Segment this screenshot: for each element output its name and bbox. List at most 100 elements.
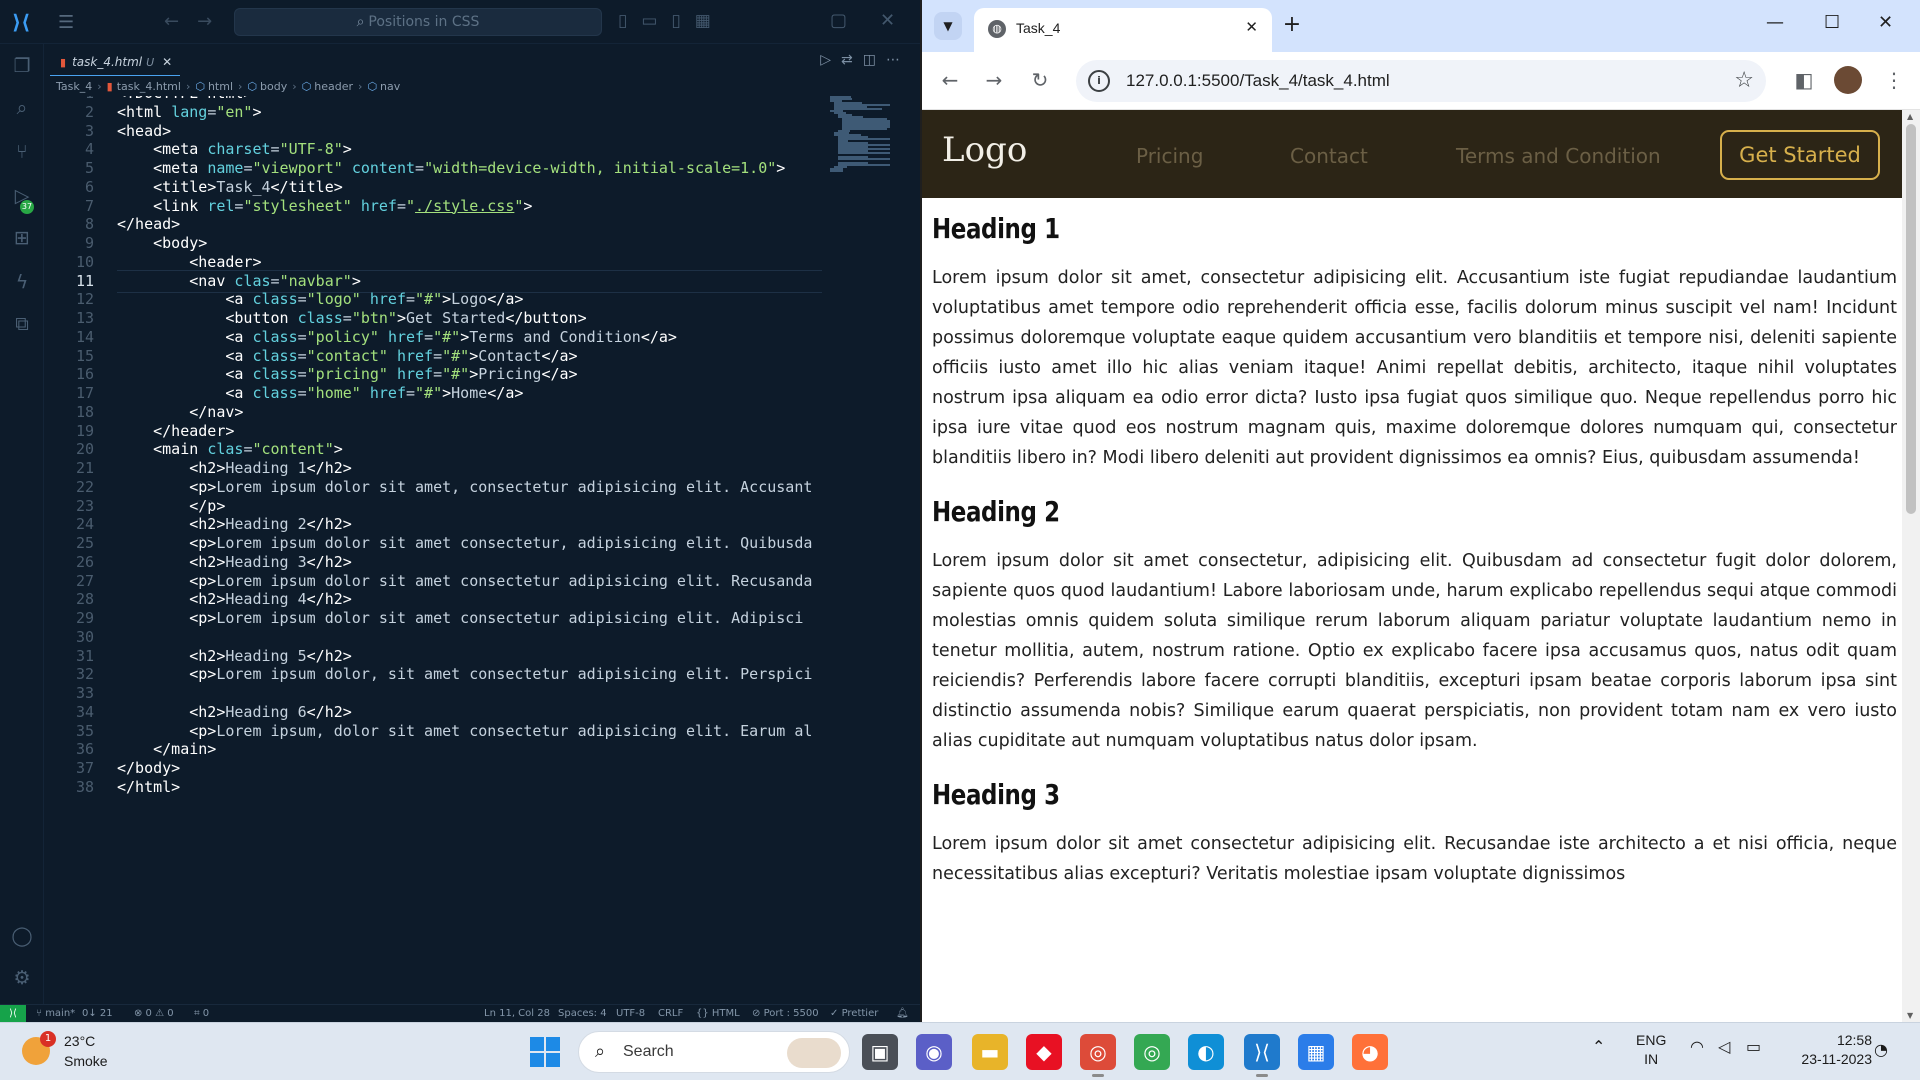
remote-explorer-icon[interactable]: ⧉ <box>10 312 34 336</box>
extensions-icon[interactable]: ⊞ <box>10 226 34 250</box>
close-tab-icon[interactable]: ✕ <box>162 55 172 69</box>
problems-indicator[interactable]: ⊗ 0 ⚠ 0 <box>134 1005 174 1022</box>
scroll-up-icon[interactable]: ▲ <box>1907 112 1913 121</box>
new-tab-plus-icon[interactable]: + <box>1278 12 1306 40</box>
site-info-icon[interactable]: i <box>1088 70 1110 92</box>
breadcrumb-header[interactable]: header <box>314 80 353 93</box>
vscode-taskbar-icon[interactable]: ⟩⟨ <box>1244 1034 1280 1077</box>
source-control-icon[interactable]: ⑂ <box>10 140 34 164</box>
site-logo[interactable]: Logo <box>942 130 1027 170</box>
remote-indicator-icon[interactable]: ⟩⟨ <box>0 1005 26 1022</box>
more-actions-icon[interactable]: ⋯ <box>886 52 910 68</box>
side-panel-icon[interactable]: ◧ <box>1790 66 1818 94</box>
forward-arrow-icon[interactable]: → <box>197 11 230 32</box>
lightning-icon[interactable]: ϟ <box>10 270 34 294</box>
account-icon[interactable]: ◯ <box>10 924 34 948</box>
nav-link-contact[interactable]: Contact <box>1290 144 1368 168</box>
tray-chevron-up-icon[interactable]: ⌃ <box>1592 1037 1605 1056</box>
address-bar[interactable]: i 127.0.0.1:5500/Task_4/task_4.html ☆ <box>1076 60 1766 102</box>
clock[interactable]: 12:58 23-11-2023 <box>1788 1031 1872 1069</box>
notification-bell-icon[interactable]: ◔ <box>1874 1040 1888 1059</box>
prettier-status[interactable]: ✓ Prettier <box>830 1005 878 1022</box>
taskbar-search[interactable]: ⌕ Search <box>578 1031 850 1073</box>
language-indicator[interactable]: ENG IN <box>1636 1031 1666 1069</box>
ports-indicator[interactable]: ⌗ 0 <box>194 1005 209 1022</box>
branch-icon: ⑂ <box>36 1008 46 1019</box>
wifi-icon[interactable]: ◠ <box>1690 1037 1704 1056</box>
layout-controls: ▯▭▯▦ <box>618 11 725 31</box>
section-heading: Heading 3 <box>932 778 1060 811</box>
command-center-search[interactable]: ⌕ Positions in CSS <box>234 8 602 36</box>
breadcrumb-nav[interactable]: nav <box>380 80 400 93</box>
toggle-panel-icon[interactable]: ▭ <box>641 11 671 31</box>
minimap[interactable] <box>830 96 910 176</box>
explorer-icon[interactable]: ❐ <box>10 54 34 78</box>
close-tab-icon[interactable]: ✕ <box>1245 18 1258 36</box>
close-window-icon[interactable]: ✕ <box>880 10 895 31</box>
vscode-window: ⟩⟨ ☰ ←→ ⌕ Positions in CSS ▯▭▯▦ ▢ ✕ ❐ ⌕ ⑂… <box>0 0 920 1022</box>
code-text: </html> <box>117 777 181 796</box>
firefox-icon[interactable]: ◕ <box>1352 1034 1388 1070</box>
cursor-position[interactable]: Ln 11, Col 28 <box>484 1005 550 1022</box>
tab-task-4-html[interactable]: ▮ task_4.html U ✕ <box>50 48 181 76</box>
encoding[interactable]: UTF-8 <box>616 1005 645 1022</box>
indentation[interactable]: Spaces: 4 <box>558 1005 607 1022</box>
browser-tab-task-4[interactable]: ◍ Task_4 ✕ <box>974 8 1272 52</box>
run-icon[interactable]: ▷ <box>820 52 841 68</box>
code-editor[interactable]: 1<!DOCTYPE html>2<html lang="en">3<head>… <box>44 96 824 1004</box>
code-line[interactable]: 38 </html> <box>44 776 824 799</box>
app-red-diamond-icon[interactable]: ◆ <box>1026 1034 1062 1070</box>
microsoft-store-icon[interactable]: ▦ <box>1298 1034 1334 1070</box>
gear-icon[interactable]: ⚙ <box>10 966 34 990</box>
bookmark-star-icon[interactable]: ☆ <box>1734 68 1754 93</box>
back-arrow-icon[interactable]: ← <box>164 11 197 32</box>
page-scrollbar[interactable]: ▲ ▼ <box>1902 110 1920 1022</box>
element-icon: ⬡ <box>301 80 312 93</box>
tab-search-chevron-icon[interactable]: ▼ <box>934 12 962 40</box>
nav-link-terms[interactable]: Terms and Condition <box>1456 144 1661 168</box>
weather-badge: 1 <box>40 1031 56 1047</box>
notifications-bell-icon[interactable]: 🔔︎ <box>896 1005 909 1022</box>
scrollbar-thumb[interactable] <box>1906 124 1916 514</box>
reload-icon[interactable]: ↻ <box>1026 66 1054 94</box>
git-branch[interactable]: ⑂ main* <box>36 1005 75 1022</box>
maximize-icon[interactable]: ☐ <box>1824 12 1840 33</box>
search-view-icon[interactable]: ⌕ <box>10 96 34 120</box>
battery-icon[interactable]: ▭ <box>1746 1037 1761 1056</box>
breadcrumb-folder[interactable]: Task_4 <box>56 80 92 93</box>
compare-icon[interactable]: ⇄ <box>841 52 863 68</box>
profile-avatar[interactable] <box>1834 66 1862 94</box>
forward-arrow-icon[interactable]: → <box>980 66 1008 94</box>
language-mode[interactable]: {} HTML <box>696 1005 740 1022</box>
task-view-icon[interactable]: ▣ <box>862 1034 898 1070</box>
volume-icon[interactable]: ◁ <box>1718 1037 1730 1056</box>
line-ending[interactable]: CRLF <box>658 1005 683 1022</box>
file-explorer-icon[interactable]: ▬ <box>972 1034 1008 1070</box>
customize-layout-icon[interactable]: ▦ <box>695 11 725 31</box>
git-sync[interactable]: 0↓ 21 <box>82 1005 113 1022</box>
search-icon: ⌕ <box>595 1041 606 1062</box>
nav-link-pricing[interactable]: Pricing <box>1136 144 1203 168</box>
minimize-icon[interactable]: — <box>1766 12 1784 33</box>
breadcrumb-html[interactable]: html <box>208 80 233 93</box>
get-started-button[interactable]: Get Started <box>1720 130 1880 180</box>
scroll-down-icon[interactable]: ▼ <box>1907 1011 1913 1020</box>
breadcrumb-file[interactable]: task_4.html <box>117 80 181 93</box>
restore-icon[interactable]: ▢ <box>830 10 847 31</box>
edge-icon[interactable]: ◐ <box>1188 1034 1224 1070</box>
toggle-sidebar-icon[interactable]: ▯ <box>618 11 641 31</box>
status-bar: ⟩⟨ ⑂ main* 0↓ 21 ⊗ 0 ⚠ 0 ⌗ 0 Ln 11, Col … <box>0 1004 920 1022</box>
close-window-icon[interactable]: ✕ <box>1878 12 1893 33</box>
teams-chat-icon[interactable]: ◉ <box>916 1034 952 1070</box>
toggle-secondary-sidebar-icon[interactable]: ▯ <box>671 11 694 31</box>
chrome-taskbar-icon[interactable]: ◎ <box>1080 1034 1116 1077</box>
more-menu-icon[interactable]: ⋮ <box>1880 66 1908 94</box>
back-arrow-icon[interactable]: ← <box>936 66 964 94</box>
breadcrumb-body[interactable]: body <box>260 80 287 93</box>
windows-start-icon[interactable] <box>530 1037 560 1067</box>
run-debug-icon[interactable]: ▷ <box>10 184 34 208</box>
live-server-port[interactable]: ⊘ Port : 5500 <box>752 1005 819 1022</box>
split-editor-icon[interactable]: ◫ <box>863 52 886 68</box>
chrome-alt-taskbar-icon[interactable]: ◎ <box>1134 1034 1170 1070</box>
hamburger-menu-icon[interactable]: ☰ <box>58 12 74 33</box>
